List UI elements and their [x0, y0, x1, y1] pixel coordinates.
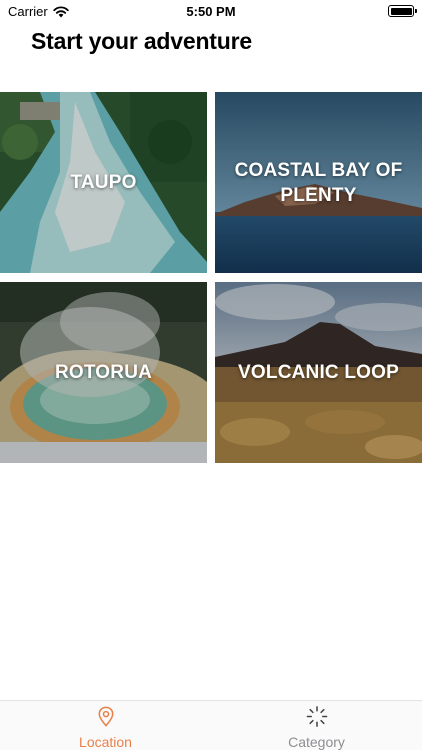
tile-label: COASTAL BAY OF PLENTY: [234, 159, 403, 206]
tab-label: Location: [79, 734, 132, 750]
tile-label: VOLCANIC LOOP: [238, 362, 399, 383]
battery-icon: [388, 5, 417, 17]
map-pin-icon: [98, 706, 113, 727]
destination-tile-rotorua[interactable]: ROTORUA: [0, 282, 207, 463]
status-time: 5:50 PM: [186, 4, 236, 19]
destination-tile-coastal-bay-of-plenty[interactable]: COASTAL BAY OF PLENTY: [215, 92, 422, 273]
tile-label: TAUPO: [70, 172, 137, 193]
destination-tile-taupo[interactable]: TAUPO: [0, 92, 207, 273]
status-bar: Carrier 5:50 PM: [0, 0, 422, 22]
tab-category[interactable]: Category: [211, 701, 422, 750]
tab-location[interactable]: Location: [0, 701, 211, 750]
destination-tile-volcanic-loop[interactable]: VOLCANIC LOOP: [215, 282, 422, 463]
tab-label: Category: [288, 734, 345, 750]
tab-bar: Location Category: [0, 700, 422, 750]
page-title: Start your adventure: [31, 28, 252, 54]
tile-label: ROTORUA: [54, 362, 153, 383]
category-burst-icon: [306, 706, 327, 727]
